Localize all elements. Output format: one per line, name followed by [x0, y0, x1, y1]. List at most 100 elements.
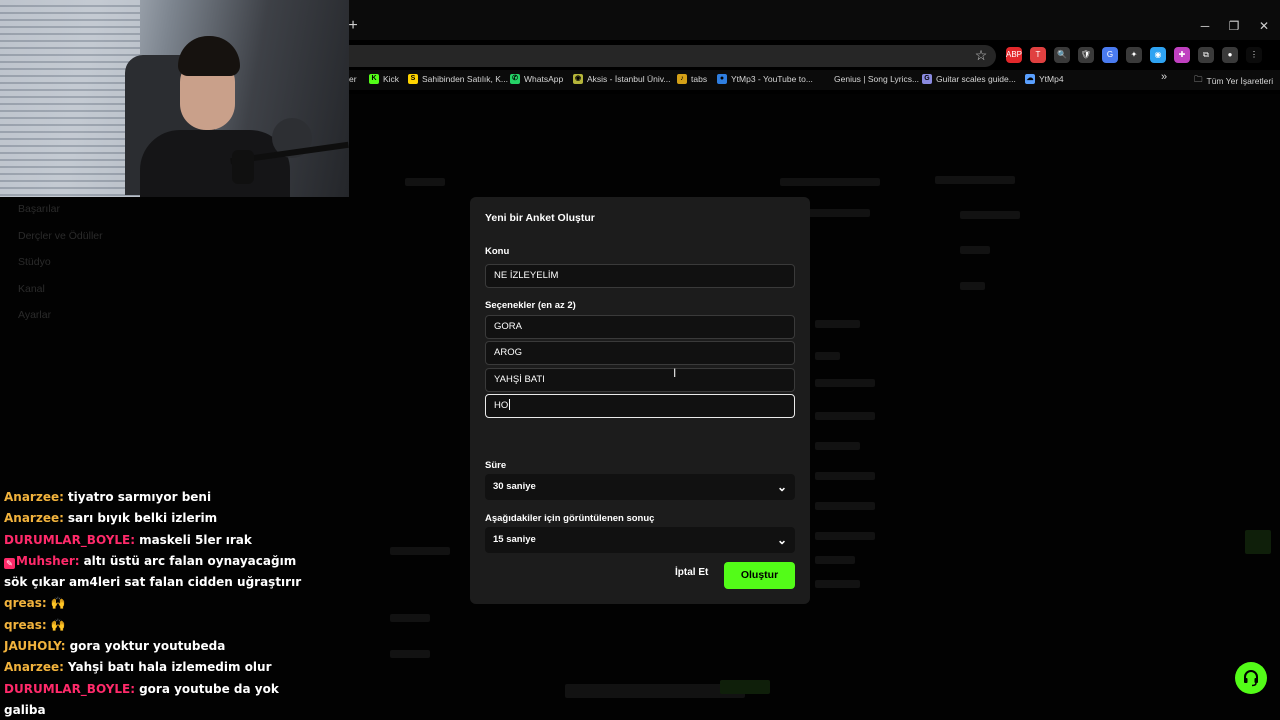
extension-toolbar: ABP T 🔍 🛡 G ✦ ◉ ✚ ⧉ ● ⋮: [1006, 47, 1262, 63]
bookmark-label: tabs: [691, 74, 708, 84]
bookmarks-bar: er K Kick S Sahibinden Satılık, K... ✆ WhatsAp…: [349, 70, 1280, 90]
sidebar-nav-item[interactable]: Derçler ve Ödüller: [18, 230, 103, 242]
minimize-button[interactable]: ─: [1196, 17, 1214, 35]
chat-overlay: Anarzee: tiyatro sarmıyor beni Anarzee: sar…: [4, 487, 304, 720]
bookmark-star-icon[interactable]: ☆: [973, 47, 989, 65]
bookmark-item[interactable]: er: [349, 74, 357, 84]
bookmark-item[interactable]: ✆ WhatsApp: [510, 74, 563, 84]
bookmark-item[interactable]: ♪ tabs: [677, 74, 707, 84]
bookmark-label: Aksis - İstanbul Üniv...: [587, 74, 671, 84]
option-input-4-text: HO: [494, 400, 509, 411]
chat-message: Anarzee: sarı bıyık belki izlerim: [4, 508, 304, 529]
more-bookmarks-button[interactable]: »: [1161, 71, 1167, 83]
create-poll-button[interactable]: Oluştur: [724, 562, 795, 589]
adblock-icon[interactable]: ABP: [1006, 47, 1022, 63]
close-window-button[interactable]: ✕: [1255, 17, 1273, 35]
chat-text: gora youtube da yok: [139, 681, 279, 696]
sidebar-nav-item[interactable]: Ayarlar: [18, 309, 51, 321]
chat-text: 🙌: [50, 596, 66, 611]
chat-username: JAUHOLY:: [4, 639, 66, 654]
chat-message: ✎ Muhsher: altı üstü arc falan oynayacağım: [4, 551, 304, 572]
bookmark-label: Sahibinden Satılık, K...: [422, 74, 508, 84]
chat-message: Anarzee: tiyatro sarmıyor beni: [4, 487, 304, 508]
chat-username: qreas:: [4, 596, 47, 611]
bookmark-label: Genius | Song Lyrics...: [834, 74, 920, 84]
headset-icon: [1244, 670, 1258, 687]
sidebar-nav-item[interactable]: Kanal: [18, 283, 45, 295]
option-input-4[interactable]: HO: [485, 394, 795, 418]
option-input-3[interactable]: YAHŞİ BATI: [485, 368, 795, 392]
sidebar-nav-item[interactable]: Stüdyo: [18, 256, 51, 268]
bookmark-favicon-icon: G: [922, 74, 932, 84]
option-input-1[interactable]: GORA: [485, 315, 795, 339]
chevron-down-icon: ⌄: [776, 533, 787, 547]
profile-icon[interactable]: ●: [1222, 47, 1238, 63]
bookmark-label: Kick: [383, 74, 400, 84]
text-caret: [509, 399, 511, 410]
result-display-label: Aşağıdakiler için görüntülenen sonuç: [485, 513, 655, 524]
chat-text: galiba: [4, 702, 46, 717]
bookmark-item[interactable]: ☁ YtMp4: [1025, 74, 1064, 84]
chat-message: JAUHOLY: gora yoktur youtubeda: [4, 636, 304, 657]
all-bookmarks-button[interactable]: 🗀 Tüm Yer İşaretleri: [1194, 74, 1273, 88]
google-translate-icon[interactable]: G: [1102, 47, 1118, 63]
chat-message: DURUMLAR_BOYLE: gora youtube da yok: [4, 679, 304, 700]
extension-icon[interactable]: ✚: [1174, 47, 1190, 63]
folder-icon: 🗀: [1194, 74, 1203, 84]
maximize-button[interactable]: ❐: [1225, 17, 1243, 35]
bookmark-favicon-icon: ✆: [510, 74, 520, 84]
chevron-down-icon: ⌄: [776, 480, 787, 494]
mouse-ibeam-cursor-icon: I: [673, 366, 677, 380]
support-chat-button[interactable]: [1235, 662, 1267, 694]
vpn-icon[interactable]: ◉: [1150, 47, 1166, 63]
bookmark-label: WhatsApp: [524, 74, 564, 84]
all-bookmarks-label: Tüm Yer İşaretleri: [1206, 76, 1274, 86]
chat-username: Anarzee:: [4, 660, 64, 675]
bookmark-favicon-icon: ◉: [573, 74, 583, 84]
deepl-icon[interactable]: ✦: [1126, 47, 1142, 63]
bookmark-item[interactable]: K Kick: [369, 74, 399, 84]
address-bar[interactable]: [349, 45, 996, 67]
chat-text: altı üstü arc falan oynayacağım: [83, 553, 297, 568]
translate-icon[interactable]: T: [1030, 47, 1046, 63]
duration-value: 30 saniye: [493, 481, 536, 492]
cancel-button[interactable]: İptal Et: [675, 567, 708, 578]
search-icon[interactable]: 🔍: [1054, 47, 1070, 63]
chat-username: Anarzee:: [4, 490, 64, 504]
bookmark-item[interactable]: ● YtMp3 - YouTube to...: [717, 74, 813, 84]
topic-input[interactable]: NE İZLEYELİM: [485, 264, 795, 288]
option-input-2[interactable]: AROG: [485, 341, 795, 365]
chat-text: sarı bıyık belki izlerim: [67, 511, 218, 526]
subscriber-badge-icon: ✎: [4, 557, 15, 569]
bookmark-favicon-icon: ●: [717, 74, 727, 84]
chat-username: Muhsher:: [16, 553, 80, 568]
bookmark-label: er: [349, 74, 357, 84]
chat-username: DURUMLAR_BOYLE:: [4, 681, 136, 696]
bookmark-item[interactable]: G Guitar scales guide...: [922, 74, 1016, 84]
duration-select[interactable]: 30 saniye ⌄: [485, 474, 795, 500]
chat-message: sök çıkar am4leri sat falan cidden uğraş…: [4, 572, 304, 593]
bookmark-item[interactable]: ◉ Aksis - İstanbul Üniv...: [573, 74, 670, 84]
bookmark-label: YtMp4: [1039, 74, 1064, 84]
chat-text: maskeli 5ler ırak: [139, 532, 252, 547]
bookmark-label: YtMp3 - YouTube to...: [731, 74, 813, 84]
chat-text: sök çıkar am4leri sat falan cidden uğraş…: [4, 575, 302, 590]
puzzle-icon[interactable]: ⧉: [1198, 47, 1214, 63]
duration-label: Süre: [485, 460, 507, 471]
chat-text: gora yoktur youtubeda: [69, 639, 226, 654]
shield-icon[interactable]: 🛡: [1078, 47, 1094, 63]
bookmark-item[interactable]: S Sahibinden Satılık, K...: [408, 74, 508, 84]
options-label: Seçenekler (en az 2): [485, 300, 576, 311]
chat-message: Anarzee: Yahşi batı hala izlemedim olur: [4, 657, 304, 678]
bookmark-label: Guitar scales guide...: [936, 74, 1016, 84]
result-display-value: 15 saniye: [493, 534, 536, 545]
sidebar-nav-item[interactable]: Başarılar: [18, 203, 60, 215]
chat-message: qreas: 🙌: [4, 615, 304, 636]
bookmark-favicon-icon: ♪: [677, 74, 687, 84]
bookmark-item[interactable]: Genius | Song Lyrics...: [834, 74, 919, 84]
result-display-select[interactable]: 15 saniye ⌄: [485, 527, 795, 553]
chat-message: qreas: 🙌: [4, 593, 304, 614]
create-poll-modal: Yeni bir Anket Oluştur Konu NE İZLEYELİM…: [470, 197, 810, 604]
chat-message: DURUMLAR_BOYLE: maskeli 5ler ırak: [4, 530, 304, 551]
menu-icon[interactable]: ⋮: [1246, 47, 1262, 63]
